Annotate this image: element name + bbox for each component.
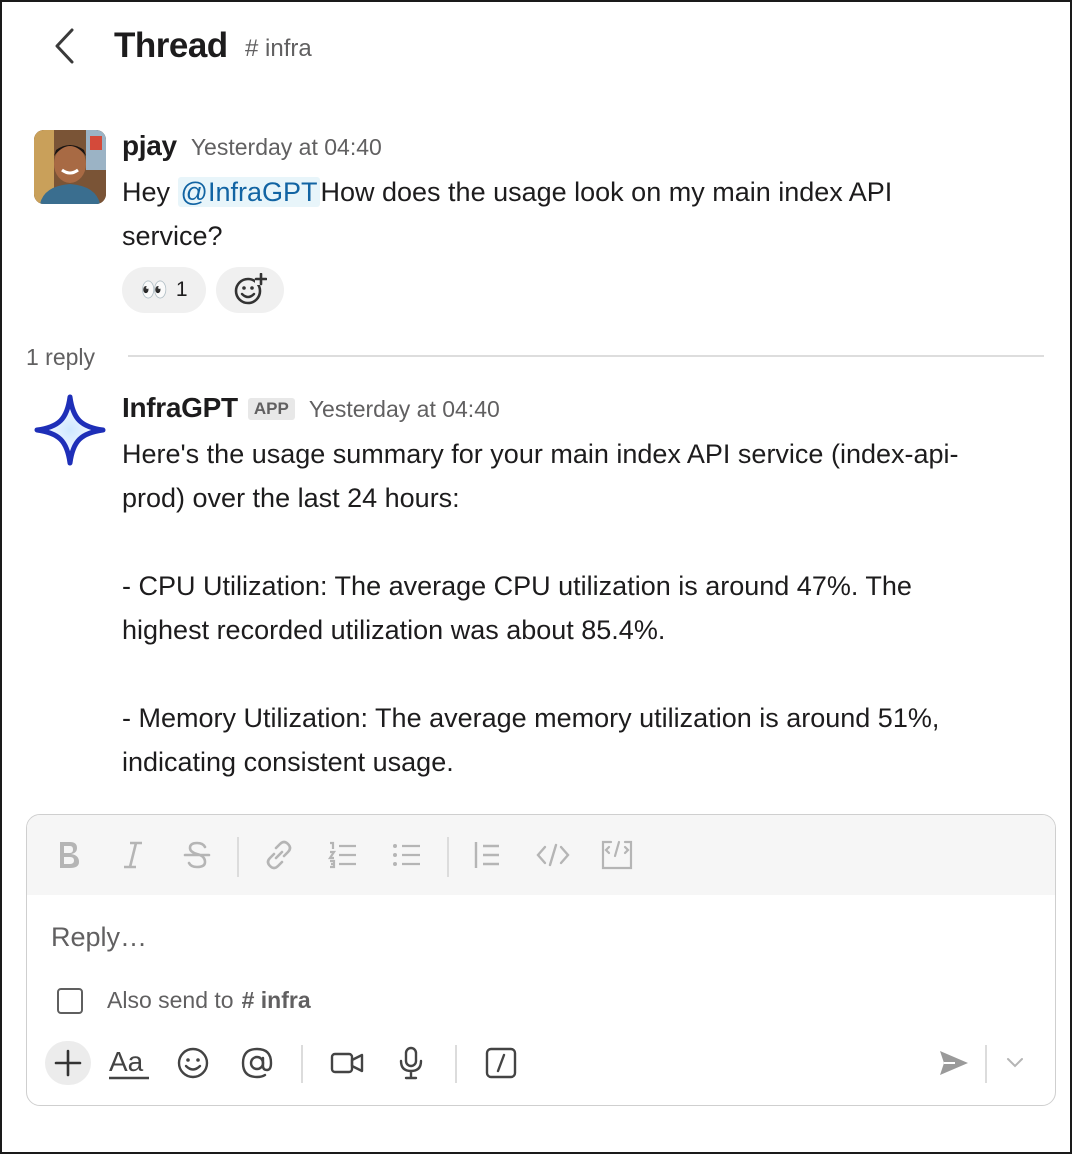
mention-button[interactable] (235, 1041, 279, 1085)
avatar[interactable] (34, 130, 106, 204)
reaction-count: 1 (175, 278, 188, 301)
italic-icon (124, 841, 142, 869)
thread-title: Thread (114, 26, 228, 65)
link-icon (266, 840, 292, 870)
also-send-checkbox[interactable] (57, 987, 83, 1014)
app-badge: APP (247, 398, 295, 420)
send-options-button[interactable] (997, 1041, 1033, 1085)
bullet-list-button[interactable] (385, 833, 429, 877)
microphone-icon (399, 1046, 423, 1080)
author-name[interactable]: pjay (122, 130, 177, 162)
message-text: service? (122, 221, 223, 251)
timestamp[interactable]: Yesterday at 04:40 (191, 134, 382, 161)
add-reaction-button[interactable] (216, 267, 284, 313)
message-line: - Memory Utilization: The average memory… (122, 703, 940, 733)
code-block-button[interactable] (595, 833, 639, 877)
message-line (122, 520, 1052, 564)
message-line: prod) over the last 24 hours: (122, 483, 460, 513)
author-name[interactable]: InfraGPT (122, 392, 238, 424)
audio-button[interactable] (389, 1041, 433, 1085)
plus-icon (54, 1049, 82, 1077)
send-button[interactable] (931, 1041, 977, 1085)
message-line: - CPU Utilization: The average CPU utili… (122, 571, 912, 601)
formatting-toolbar (27, 815, 1055, 895)
ordered-list-button[interactable] (321, 833, 365, 877)
reply-input[interactable] (51, 915, 951, 959)
also-send-channel: # infra (241, 987, 311, 1013)
bullet-list-icon (393, 844, 420, 866)
message-body: Hey @InfraGPT How does the usage look on … (122, 170, 1042, 258)
text-format-button[interactable]: Aa (105, 1041, 153, 1085)
sparkle-logo-icon (34, 394, 106, 466)
text-format-icon: Aa (109, 1046, 149, 1080)
svg-text:Aa: Aa (109, 1046, 144, 1077)
strikethrough-button[interactable] (175, 833, 219, 877)
reaction-eyes[interactable]: 👀 1 (122, 267, 206, 313)
user-photo-icon (34, 130, 106, 204)
toolbar-divider (301, 1045, 303, 1083)
italic-button[interactable] (111, 833, 155, 877)
message-header: pjay Yesterday at 04:40 (122, 130, 382, 162)
message-line (122, 652, 1052, 696)
message-line: highest recorded utilization was about 8… (122, 615, 666, 645)
toolbar-divider (455, 1045, 457, 1083)
blockquote-icon (474, 842, 499, 868)
video-button[interactable] (325, 1041, 369, 1085)
toolbar-divider (447, 837, 449, 877)
send-icon (940, 1051, 968, 1075)
shortcuts-button[interactable] (479, 1041, 523, 1085)
add-reaction-icon (234, 273, 267, 305)
message-line: Here's the usage summary for your main i… (122, 439, 959, 469)
eyes-icon: 👀 (140, 277, 168, 302)
thread-panel: Thread # infra pjay Yesterday at 04:40 H… (0, 0, 1072, 1154)
timestamp[interactable]: Yesterday at 04:40 (309, 396, 500, 423)
reply-composer: Also send to # infra Aa (26, 814, 1056, 1106)
channel-link[interactable]: # infra (245, 32, 312, 66)
also-send-label: Also send to (107, 987, 234, 1013)
toolbar-divider (985, 1045, 987, 1083)
also-send-option: Also send to # infra (57, 987, 311, 1014)
code-block-icon (601, 840, 633, 870)
blockquote-button[interactable] (465, 833, 509, 877)
bold-icon (60, 842, 79, 868)
mention-icon (241, 1047, 273, 1079)
message-header: InfraGPT APP Yesterday at 04:40 (122, 392, 500, 424)
message-body: Here's the usage summary for your main i… (122, 432, 1052, 784)
strikethrough-icon (183, 841, 211, 869)
code-icon (536, 843, 570, 867)
attach-button[interactable] (45, 1041, 91, 1085)
divider (128, 355, 1044, 357)
mention[interactable]: @InfraGPT (177, 177, 321, 207)
chevron-down-icon (1007, 1058, 1023, 1068)
bold-button[interactable] (47, 833, 91, 877)
message-text: Hey (122, 177, 178, 207)
toolbar-divider (237, 837, 239, 877)
emoji-icon (177, 1047, 209, 1079)
video-icon (330, 1052, 364, 1074)
chevron-left-icon (55, 28, 74, 64)
link-button[interactable] (257, 833, 301, 877)
emoji-button[interactable] (171, 1041, 215, 1085)
ordered-list-icon (327, 841, 356, 869)
back-button[interactable] (46, 24, 82, 68)
bot-avatar[interactable] (32, 392, 108, 468)
message-text: How does the usage look on my main index… (320, 177, 893, 207)
slash-command-icon (485, 1047, 517, 1079)
message-line: indicating consistent usage. (122, 747, 454, 777)
code-button[interactable] (531, 833, 575, 877)
replies-count: 1 reply (26, 344, 96, 370)
